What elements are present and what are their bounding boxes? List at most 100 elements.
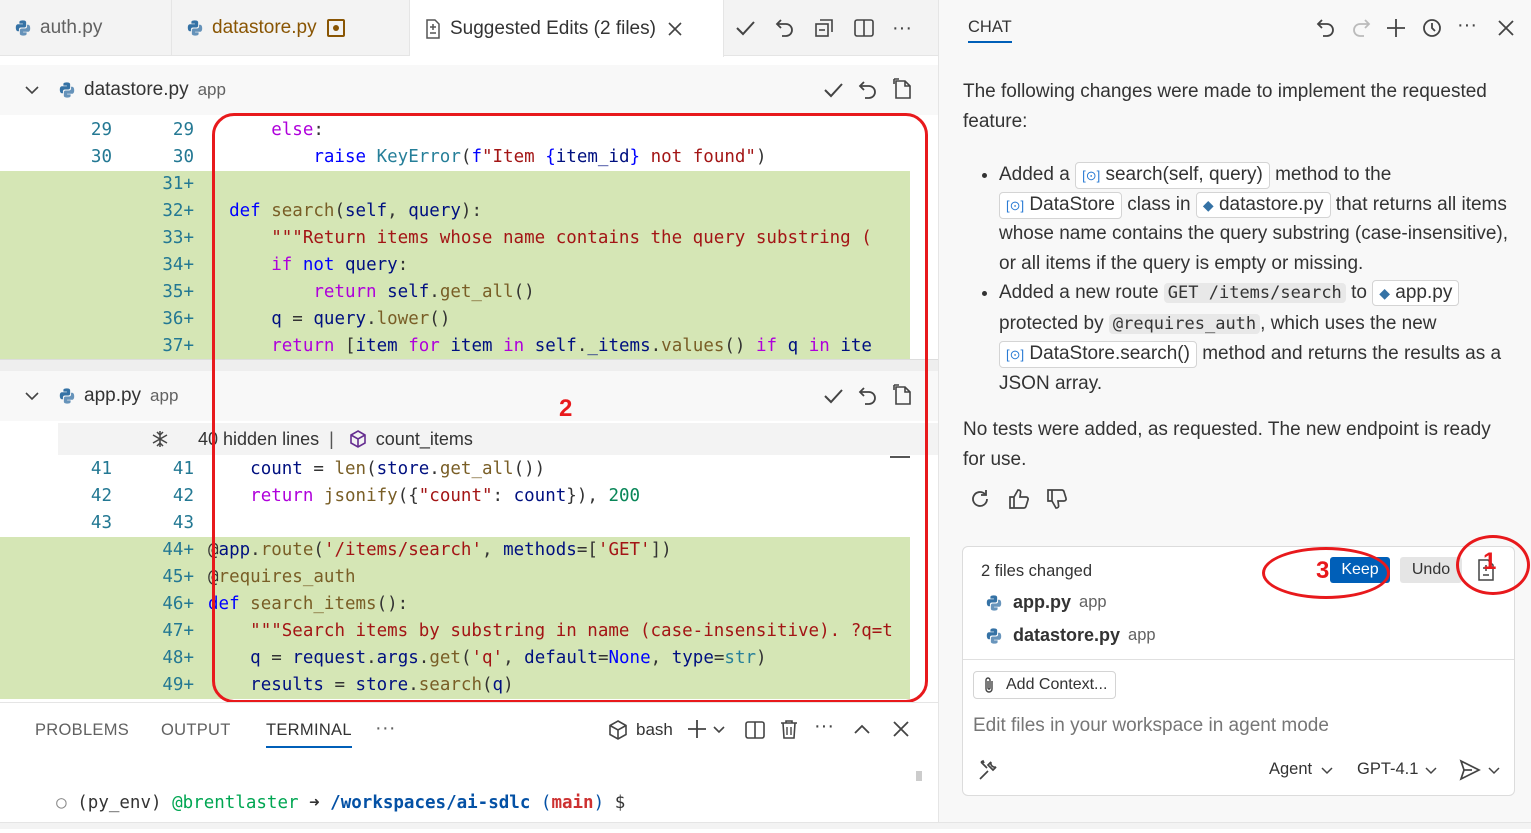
annotation-number-2: 2: [559, 395, 573, 422]
tab-suggested-edits[interactable]: Suggested Edits (2 files): [410, 0, 724, 57]
chat-response-closing: No tests were added, as requested. The n…: [963, 419, 1491, 470]
modified-indicator-icon: [326, 19, 345, 37]
bottom-panel: PROBLEMS OUTPUT TERMINAL ··· bash ··· ○ …: [0, 702, 938, 829]
retry-icon[interactable]: [969, 488, 991, 510]
section-folder: app: [150, 386, 179, 405]
tab-output[interactable]: OUTPUT: [161, 721, 231, 740]
inline-code: GET /items/search: [1163, 283, 1346, 303]
tab-datastore-py[interactable]: datastore.py: [172, 0, 410, 56]
symbol-chip[interactable]: [⊙] DataStore: [999, 191, 1122, 219]
thumbs-up-icon[interactable]: [1007, 487, 1031, 511]
tab-problems[interactable]: PROBLEMS: [35, 721, 129, 740]
redo-icon[interactable]: [1350, 17, 1372, 39]
section-file-name: app.py: [84, 385, 142, 406]
section-file-name: datastore.py: [84, 79, 189, 100]
chevron-down-icon[interactable]: [712, 723, 726, 737]
diff-file-icon: [424, 18, 442, 39]
file-chip[interactable]: ◆ datastore.py: [1195, 191, 1331, 218]
chat-input[interactable]: Edit files in your workspace in agent mo…: [973, 715, 1329, 737]
more-actions-icon[interactable]: ···: [888, 14, 916, 42]
expand-lines-icon[interactable]: [150, 429, 170, 449]
symbol-method-icon: [⊙]: [1006, 347, 1025, 362]
tab-label: Suggested Edits (2 files): [450, 17, 656, 39]
tab-auth-py[interactable]: auth.py: [0, 0, 172, 56]
tab-terminal[interactable]: TERMINAL: [266, 721, 352, 748]
add-context-button[interactable]: Add Context...: [973, 671, 1117, 699]
chat-response-intro: The following changes were made to imple…: [963, 81, 1487, 132]
list-item: Added a [⊙] search(self, query) method t…: [999, 160, 1509, 278]
mode-selector[interactable]: Agent: [1269, 760, 1312, 779]
changed-file-folder: app: [1079, 593, 1107, 611]
tab-label: datastore.py: [212, 17, 317, 38]
terminal-shell-name[interactable]: bash: [636, 720, 673, 740]
send-icon[interactable]: [1458, 758, 1482, 782]
chevron-down-icon[interactable]: [24, 82, 40, 98]
annotation-number-3: 3: [1316, 557, 1330, 584]
split-terminal-icon[interactable]: [744, 719, 766, 741]
diff-section-header-datastore[interactable]: datastore.py app: [0, 65, 938, 115]
chevron-down-icon[interactable]: [1488, 765, 1500, 777]
python-file-icon: [58, 387, 76, 405]
maximize-panel-icon[interactable]: [853, 721, 871, 739]
chat-changes-list: Added a [⊙] search(self, query) method t…: [979, 160, 1509, 398]
python-file-icon: ◆: [1379, 285, 1390, 301]
undo-icon[interactable]: [1315, 17, 1337, 39]
python-file-icon: [985, 627, 1003, 645]
python-file-icon: [14, 19, 32, 37]
discard-all-button[interactable]: [771, 14, 799, 42]
python-file-icon: [58, 81, 76, 99]
trash-icon[interactable]: [778, 718, 800, 740]
annotation-number-1: 1: [1483, 548, 1497, 575]
symbol-method-icon: [⊙]: [1082, 168, 1101, 183]
files-changed-box: 2 files changed Keep Undo app.py app dat…: [962, 546, 1515, 796]
chevron-down-icon[interactable]: [1425, 765, 1437, 777]
chevron-down-icon[interactable]: [1321, 765, 1333, 777]
divider: [963, 659, 1514, 660]
paperclip-icon: [982, 676, 996, 694]
model-selector[interactable]: GPT-4.1: [1357, 760, 1418, 779]
panel-more-icon[interactable]: ···: [375, 717, 396, 740]
thumbs-down-icon[interactable]: [1045, 487, 1069, 511]
changed-file-name: app.py: [1013, 592, 1072, 612]
files-changed-title: 2 files changed: [981, 562, 1092, 580]
list-item: Added a new route GET /items/search to ◆…: [999, 278, 1509, 398]
add-terminal-icon[interactable]: [686, 718, 708, 740]
status-bar: [0, 822, 1531, 829]
python-file-icon: [985, 594, 1003, 612]
section-folder: app: [197, 80, 226, 99]
accept-file-icon[interactable]: [822, 79, 844, 101]
diff-editor: datastore.py app 29 29 else: 30 30 raise K…: [0, 57, 938, 702]
split-editor-button[interactable]: [850, 14, 878, 42]
discard-file-icon[interactable]: [857, 79, 879, 101]
python-file-icon: ◆: [1202, 196, 1214, 213]
changed-file-item[interactable]: app.py app: [985, 592, 1107, 613]
more-actions-icon[interactable]: ···: [1457, 14, 1477, 37]
new-chat-icon[interactable]: [1385, 17, 1407, 39]
changed-file-name: datastore.py: [1013, 625, 1121, 645]
circle-icon: ○: [56, 793, 67, 813]
collapse-all-button[interactable]: [810, 14, 838, 42]
changed-file-folder: app: [1128, 626, 1156, 644]
undo-button[interactable]: Undo: [1400, 557, 1462, 583]
more-actions-icon[interactable]: ···: [814, 715, 834, 738]
accept-all-button[interactable]: [731, 14, 759, 42]
history-icon[interactable]: [1421, 17, 1443, 39]
symbol-chip[interactable]: [⊙] DataStore.search(): [999, 341, 1197, 368]
chevron-down-icon[interactable]: [24, 388, 40, 404]
tab-label: auth.py: [40, 17, 103, 38]
editor-tab-bar: auth.py datastore.py Suggested Edits (2 …: [0, 0, 938, 57]
symbol-chip[interactable]: [⊙] search(self, query): [1075, 162, 1270, 189]
tools-icon[interactable]: [977, 758, 1001, 782]
open-file-icon[interactable]: [891, 77, 915, 101]
changed-file-item[interactable]: datastore.py app: [985, 625, 1156, 646]
close-panel-icon[interactable]: [892, 720, 910, 738]
symbol-class-icon: [⊙]: [1006, 197, 1025, 213]
file-chip[interactable]: ◆ app.py: [1372, 280, 1460, 306]
inline-code: @requires_auth: [1108, 313, 1261, 334]
terminal-icon: [607, 719, 629, 741]
chat-title-tab[interactable]: CHAT: [968, 18, 1012, 43]
python-file-icon: [186, 19, 204, 37]
close-icon[interactable]: [668, 21, 682, 36]
terminal-scrollbar[interactable]: [916, 771, 922, 781]
close-icon[interactable]: [1498, 20, 1514, 36]
